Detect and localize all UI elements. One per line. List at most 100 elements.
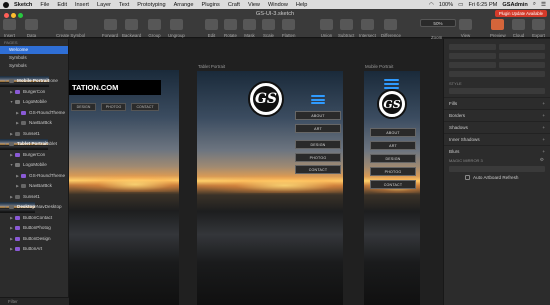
canvas[interactable]: TATION.COM DESIGN PHOTOG CONTACT Tablet … (69, 39, 443, 305)
mobile-nav-about[interactable]: ABOUT (370, 128, 416, 137)
layer-row[interactable]: ▶ ButtonDesign (0, 234, 68, 245)
desktop-nav-design[interactable]: DESIGN (71, 103, 96, 111)
artboard-mobile[interactable]: GS ABOUT ART DESIGN PHOTOG CONTACT (364, 71, 420, 305)
artboard-tablet[interactable]: GS ABOUT ART DESIGN PHOTOG CONTACT (197, 71, 343, 305)
nav-design[interactable]: DESIGN (295, 140, 341, 149)
borders-section[interactable]: Borders + (444, 109, 550, 121)
layer-label: BurgerCon (23, 151, 46, 157)
artboard-label-tablet[interactable]: Tablet Portrait (198, 64, 225, 69)
layer-artboard[interactable]: ▼ Mobile Portrait (0, 76, 50, 87)
disclosure-triangle-icon[interactable]: ▶ (8, 213, 15, 224)
flip-field[interactable] (498, 62, 545, 68)
disclosure-triangle-icon[interactable]: ▼ (2, 202, 9, 213)
disclosure-triangle-icon[interactable]: ▼ (8, 97, 15, 108)
layer-artboard[interactable]: ▼ Tablet Portrait (0, 139, 48, 150)
menu-plugins[interactable]: Plugins (201, 2, 219, 8)
magic-mirror-dropdown[interactable] (449, 166, 545, 172)
menu-help[interactable]: Help (296, 2, 308, 8)
menu-list-icon[interactable]: ☰ (541, 2, 546, 8)
mobile-nav-photog[interactable]: PHOTOG (370, 167, 416, 176)
page-item-welcome[interactable]: Welcome (0, 46, 68, 54)
layer-artboard[interactable]: ▼ Desktop (0, 202, 36, 213)
nav-art[interactable]: ART (295, 124, 341, 133)
menu-view[interactable]: View (248, 2, 260, 8)
mobile-nav-contact[interactable]: CONTACT (370, 180, 416, 189)
layer-row[interactable]: ▶ Sunset1 (0, 192, 68, 203)
nav-about[interactable]: ABOUT (295, 111, 341, 120)
disclosure-triangle-icon[interactable]: ▶ (8, 150, 15, 161)
y-field[interactable] (498, 44, 545, 50)
menu-prototyping[interactable]: Prototyping (137, 2, 165, 8)
mobile-nav-design[interactable]: DESIGN (370, 154, 416, 163)
disclosure-triangle-icon[interactable]: ▶ (8, 129, 15, 140)
disclosure-triangle-icon[interactable]: ▶ (14, 108, 21, 119)
search-icon[interactable]: ⌕ (533, 1, 536, 8)
menu-craft[interactable]: Craft (228, 2, 240, 8)
zoom-control[interactable]: 50% (420, 19, 456, 27)
x-field[interactable] (449, 44, 496, 50)
radius-field[interactable] (449, 71, 545, 77)
wifi-icon[interactable]: ◠ (429, 2, 434, 8)
nav-contact[interactable]: CONTACT (295, 165, 341, 174)
disclosure-triangle-icon[interactable]: ▶ (8, 192, 15, 203)
height-field[interactable] (498, 53, 545, 59)
inner-shadows-section[interactable]: Inner Shadows + (444, 133, 550, 145)
apple-icon[interactable] (3, 1, 9, 8)
disclosure-triangle-icon[interactable]: ▼ (8, 160, 15, 171)
menu-layer[interactable]: Layer (97, 2, 111, 8)
battery-icon[interactable]: ▭ (458, 2, 463, 8)
layer-row[interactable]: ▶ BurgerCon (0, 87, 68, 98)
disclosure-triangle-icon[interactable]: ▶ (8, 223, 15, 234)
layer-row[interactable]: ▼ LogoMobile (0, 97, 68, 108)
menu-window[interactable]: Window (268, 2, 288, 8)
layer-row[interactable]: ▶ ButtonContact (0, 213, 68, 224)
menu-arrange[interactable]: Arrange (174, 2, 194, 8)
opacity-field[interactable] (449, 88, 545, 94)
desktop-nav-photog[interactable]: PHOTOG (101, 103, 126, 111)
mobile-nav-art[interactable]: ART (370, 141, 416, 150)
gear-icon[interactable]: ⚙ (540, 157, 544, 163)
width-field[interactable] (449, 53, 496, 59)
disclosure-triangle-icon[interactable]: ▶ (14, 118, 21, 129)
nav-photog[interactable]: PHOTOG (295, 153, 341, 162)
menu-app-name[interactable]: Sketch (14, 2, 32, 8)
menu-insert[interactable]: Insert (75, 2, 89, 8)
layer-row[interactable]: ▶ GS-RoundTheme (0, 171, 68, 182)
auto-refresh-checkbox[interactable] (465, 175, 470, 180)
user-name[interactable]: GSAdmin (502, 2, 527, 8)
layer-row[interactable]: ▶ NavBarBck (0, 181, 68, 192)
menu-file[interactable]: File (40, 2, 49, 8)
layer-row[interactable]: ▶ GS-RoundTheme (0, 108, 68, 119)
layer-row[interactable]: ▶ Sunset1 (0, 129, 68, 140)
menu-text[interactable]: Text (119, 2, 129, 8)
flatten-icon (282, 19, 296, 30)
page-item-symbols[interactable]: Symbols (0, 54, 68, 62)
disclosure-triangle-icon[interactable]: ▼ (2, 76, 9, 87)
filter-input[interactable]: Filter (0, 297, 69, 305)
burger-menu-icon[interactable] (311, 95, 325, 104)
shadows-section[interactable]: Shadows + (444, 121, 550, 133)
disclosure-triangle-icon[interactable]: ▶ (14, 181, 21, 192)
plugin-update-badge[interactable]: Plugin Update Available (494, 10, 547, 17)
disclosure-triangle-icon[interactable]: ▶ (14, 171, 21, 182)
artboard-label-mobile[interactable]: Mobile Portrait (365, 64, 393, 69)
fills-section[interactable]: Fills + (444, 97, 550, 109)
desktop-nav-contact[interactable]: CONTACT (131, 103, 159, 111)
disclosure-triangle-icon[interactable]: ▶ (8, 87, 15, 98)
clock[interactable]: Fri 6:25 PM (468, 2, 497, 8)
disclosure-triangle-icon[interactable]: ▶ (8, 234, 15, 245)
layer-row[interactable]: ▼ LogoMobile (0, 160, 68, 171)
layer-row[interactable]: ▶ ButtonPhotog (0, 223, 68, 234)
disclosure-triangle-icon[interactable]: ▼ (2, 139, 9, 150)
page-item-symbols-2[interactable]: Symbols (0, 62, 68, 70)
layer-row[interactable]: ▶ BurgerCon (0, 150, 68, 161)
blurs-section[interactable]: Blurs + (444, 145, 550, 157)
menu-edit[interactable]: Edit (57, 2, 67, 8)
layer-row[interactable]: ▶ NavBarBck (0, 118, 68, 129)
auto-refresh-toggle[interactable]: Auto Artboard Refresh (465, 175, 518, 180)
artboard-desktop[interactable]: TATION.COM DESIGN PHOTOG CONTACT (69, 70, 179, 305)
disclosure-triangle-icon[interactable]: ▶ (8, 244, 15, 255)
layer-row[interactable]: ▶ ButtonArt (0, 244, 68, 255)
rotation-field[interactable] (449, 62, 496, 68)
burger-menu-icon-mobile[interactable] (384, 79, 399, 89)
